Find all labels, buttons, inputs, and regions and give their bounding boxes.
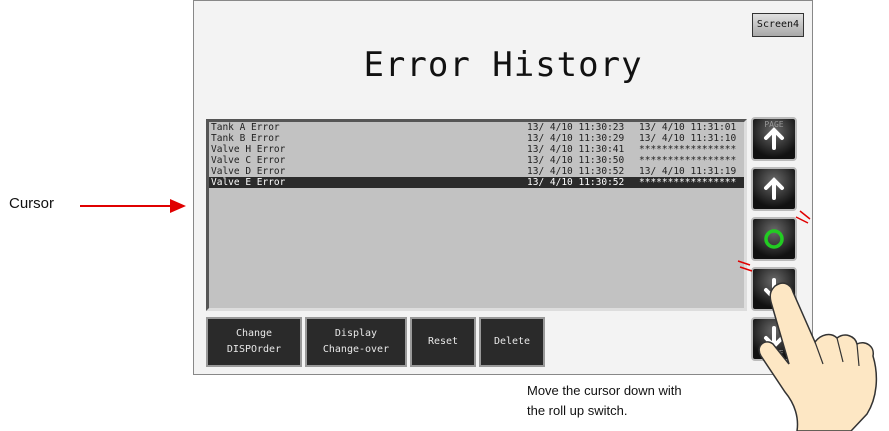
page-up-button[interactable]: PAGE	[751, 117, 797, 161]
occur-time: 13/ 4/10 11:30:52	[527, 177, 625, 188]
page-up-label: PAGE	[764, 120, 784, 129]
display-changeover-button[interactable]: Display Change-over	[305, 317, 407, 367]
reset-button[interactable]: Reset	[410, 317, 476, 367]
occur-time: 13/ 4/10 11:30:50	[527, 155, 625, 166]
pointing-hand-icon	[758, 282, 878, 431]
recover-time: 13/ 4/10 11:31:19	[639, 166, 737, 177]
table-row[interactable]: Valve C Error 13/ 4/10 11:30:50 ********…	[209, 155, 744, 166]
caption: Move the cursor down with the roll up sw…	[527, 381, 682, 421]
occur-time: 13/ 4/10 11:30:52	[527, 166, 625, 177]
button-label-line1: Change	[235, 328, 273, 339]
bottom-button-bar: Change DISPOrder Display Change-over Reset…	[206, 317, 545, 367]
recover-time: 13/ 4/10 11:31:10	[639, 133, 737, 144]
arrow-up-icon	[764, 177, 784, 200]
recover-time: 13/ 4/10 11:31:01	[639, 122, 737, 133]
button-label-line2: DISPOrder	[226, 344, 282, 355]
table-row[interactable]: Tank A Error 13/ 4/10 11:30:23 13/ 4/10 …	[209, 122, 744, 133]
table-row[interactable]: Valve D Error 13/ 4/10 11:30:52 13/ 4/10…	[209, 166, 744, 177]
touch-panel-screen: Screen4 Error History Tank A Error 13/ 4…	[193, 0, 813, 375]
screen4-button[interactable]: Screen4	[752, 13, 804, 37]
error-name: Valve E Error	[211, 177, 286, 188]
button-label-line1: Display	[334, 328, 378, 339]
table-row[interactable]: Tank B Error 13/ 4/10 11:30:29 13/ 4/10 …	[209, 133, 744, 144]
page-title: Error History	[363, 45, 643, 85]
change-display-order-button[interactable]: Change DISPOrder	[206, 317, 302, 367]
occur-time: 13/ 4/10 11:30:29	[527, 133, 625, 144]
table-row-selected[interactable]: Valve E Error 13/ 4/10 11:30:52 ********…	[209, 177, 744, 188]
press-indicator-marks	[737, 210, 811, 272]
occur-time: 13/ 4/10 11:30:41	[527, 144, 625, 155]
recover-time: *****************	[639, 144, 737, 155]
arrow-up-icon	[764, 127, 784, 150]
delete-button[interactable]: Delete	[479, 317, 545, 367]
caption-line1: Move the cursor down with	[527, 383, 682, 398]
error-name: Tank A Error	[211, 122, 280, 133]
error-name: Valve C Error	[211, 155, 286, 166]
recover-time: *****************	[639, 155, 737, 166]
table-row[interactable]: Valve H Error 13/ 4/10 11:30:41 ********…	[209, 144, 744, 155]
occur-time: 13/ 4/10 11:30:23	[527, 122, 625, 133]
cursor-label: Cursor	[9, 195, 55, 212]
caption-line2: the roll up switch.	[527, 403, 628, 418]
error-name: Valve D Error	[211, 166, 286, 177]
error-name: Tank B Error	[211, 133, 280, 144]
error-history-list[interactable]: Tank A Error 13/ 4/10 11:30:23 13/ 4/10 …	[206, 119, 747, 311]
cursor-arrow-icon	[80, 199, 186, 213]
error-name: Valve H Error	[211, 144, 286, 155]
recover-time: *****************	[639, 177, 737, 188]
button-label-line2: Change-over	[322, 344, 390, 355]
